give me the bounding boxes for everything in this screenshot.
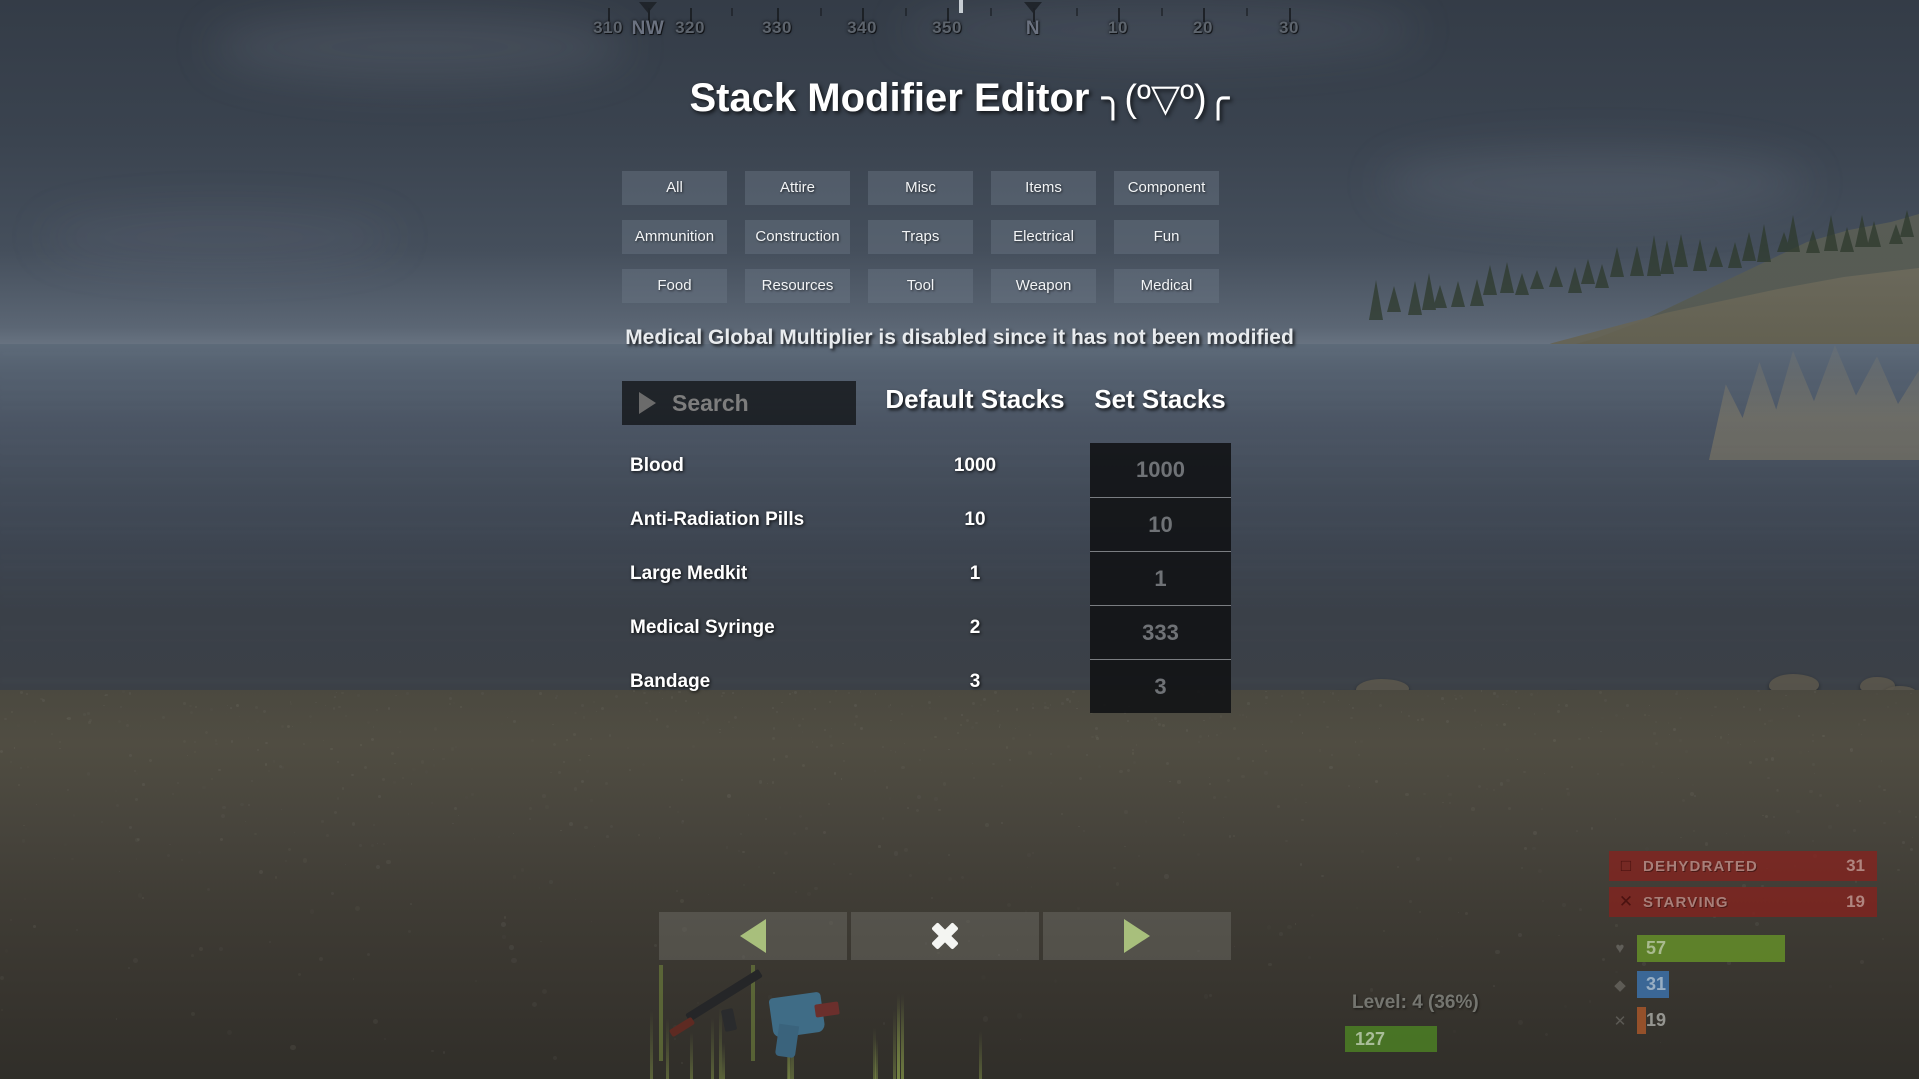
pager-controls [659,912,1231,960]
item-row: Anti-Radiation Pills 10 10 [0,497,1919,551]
vital-bar: ◆ 31 [1609,971,1877,1001]
page-title-text: Stack Modifier Editor [689,76,1090,120]
arrow-right-icon [1124,919,1150,953]
slot-edge [659,965,663,1061]
item-row: Medical Syringe 2 333 [0,605,1919,659]
close-button[interactable] [851,912,1039,960]
play-triangle-icon [639,392,656,414]
game-screen: 310 NW 320 330 340 350 N 10 20 30 Stack Modifier … [0,0,1919,1079]
set-stack-placeholder: 10 [1148,511,1173,537]
vital-bar: ✕ 19 [1609,1007,1877,1037]
category-button-items[interactable]: Items [991,171,1096,205]
set-stack-input[interactable]: 10 [1090,497,1231,551]
item-name: Large Medkit [630,563,748,584]
xp-value: 127 [1355,1028,1386,1049]
item-name: Bandage [630,671,711,692]
item-row: Large Medkit 1 1 [0,551,1919,605]
category-button-construction[interactable]: Construction [745,220,850,254]
item-list: Blood 1000 1000 Anti-Radiation Pills 10 10 Lar… [0,443,1919,713]
category-button-traps[interactable]: Traps [868,220,973,254]
kaomoji: ╮(º▽º)╭ [1101,78,1230,120]
item-name: Blood [630,455,684,476]
category-button-medical[interactable]: Medical [1114,269,1219,303]
category-button-attire[interactable]: Attire [745,171,850,205]
category-button-electrical[interactable]: Electrical [991,220,1096,254]
set-stack-input[interactable]: 3 [1090,659,1231,713]
vital-bar-value: 57 [1646,938,1667,958]
search-placeholder-text: Search [672,389,749,416]
category-button-ammunition[interactable]: Ammunition [622,220,727,254]
search-input[interactable]: Search [622,381,856,425]
droplet-icon: ◆ [1614,977,1626,994]
set-stack-placeholder: 1 [1154,565,1167,591]
status-alert-value: 31 [1846,856,1865,875]
set-stack-input[interactable]: 333 [1090,605,1231,659]
status-alerts: □ DEHYDRATED 31 ✕ STARVING 19 [1609,851,1877,923]
page-title: Stack Modifier Editor ╮(º▽º)╭ [0,76,1919,121]
vital-bar-fill: 19 [1637,1007,1666,1034]
cup-icon: □ [1620,856,1632,875]
vital-bars: ♥ 57 ◆ 31 ✕ 19 [1609,935,1877,1043]
item-default-stack: 1000 [953,455,997,476]
vital-bar-fill: 31 [1637,971,1669,998]
weapon-hotbar [659,965,1039,1079]
arrow-left-icon [740,919,766,953]
item-name: Anti-Radiation Pills [630,509,805,530]
level-indicator: Level: 4 (36%) [1352,992,1479,1013]
cutlery-icon: ✕ [1613,1013,1627,1030]
close-icon [932,923,958,949]
vital-bar-value: 31 [1646,974,1667,994]
category-button-weapon[interactable]: Weapon [991,269,1096,303]
status-alert-label: DEHYDRATED [1643,857,1759,875]
category-button-misc[interactable]: Misc [868,171,973,205]
item-name: Medical Syringe [630,617,775,638]
global-multiplier-notice: Medical Global Multiplier is disabled si… [625,326,1294,349]
set-stack-input[interactable]: 1000 [1090,443,1231,497]
category-button-grid: All Attire Misc Items Component Ammunition Con… [622,171,1219,303]
category-button-fun[interactable]: Fun [1114,220,1219,254]
vital-bar: ♥ 57 [1609,935,1877,965]
rifle-stock [668,1016,696,1038]
vital-bar-value: 19 [1646,1010,1667,1030]
item-row: Blood 1000 1000 [0,443,1919,497]
category-button-food[interactable]: Food [622,269,727,303]
set-stack-input[interactable]: 1 [1090,551,1231,605]
set-stack-placeholder: 1000 [1136,457,1185,482]
hotbar-slot-tool[interactable] [755,965,851,1079]
item-default-stack: 3 [969,671,981,692]
previous-page-button[interactable] [659,912,847,960]
set-stack-placeholder: 3 [1154,673,1167,699]
category-button-resources[interactable]: Resources [745,269,850,303]
column-header-set-stacks: Set Stacks [1094,384,1226,414]
category-button-all[interactable]: All [622,171,727,205]
status-alert: □ DEHYDRATED 31 [1609,851,1877,881]
item-default-stack: 1 [969,563,981,584]
item-default-stack: 10 [964,509,986,530]
category-button-tool[interactable]: Tool [868,269,973,303]
xp-badge: 127 [1345,1026,1437,1052]
set-stack-placeholder: 333 [1142,619,1179,645]
heart-icon: ♥ [1615,940,1625,957]
column-header-default-stacks: Default Stacks [885,384,1065,414]
item-row: Bandage 3 3 [0,659,1919,713]
item-default-stack: 2 [969,617,981,638]
category-button-component[interactable]: Component [1114,171,1219,205]
status-alert-value: 19 [1846,892,1865,911]
nailgun-grip [774,1023,800,1059]
cutlery-icon: ✕ [1618,892,1634,911]
next-page-button[interactable] [1043,912,1231,960]
nailgun-nose [814,1001,840,1018]
status-alert-label: STARVING [1643,893,1729,911]
status-alert: ✕ STARVING 19 [1609,887,1877,917]
vital-bar-fill: 57 [1637,935,1785,962]
hotbar-slot-rifle[interactable] [659,965,763,1079]
rifle-magazine [720,1007,738,1033]
